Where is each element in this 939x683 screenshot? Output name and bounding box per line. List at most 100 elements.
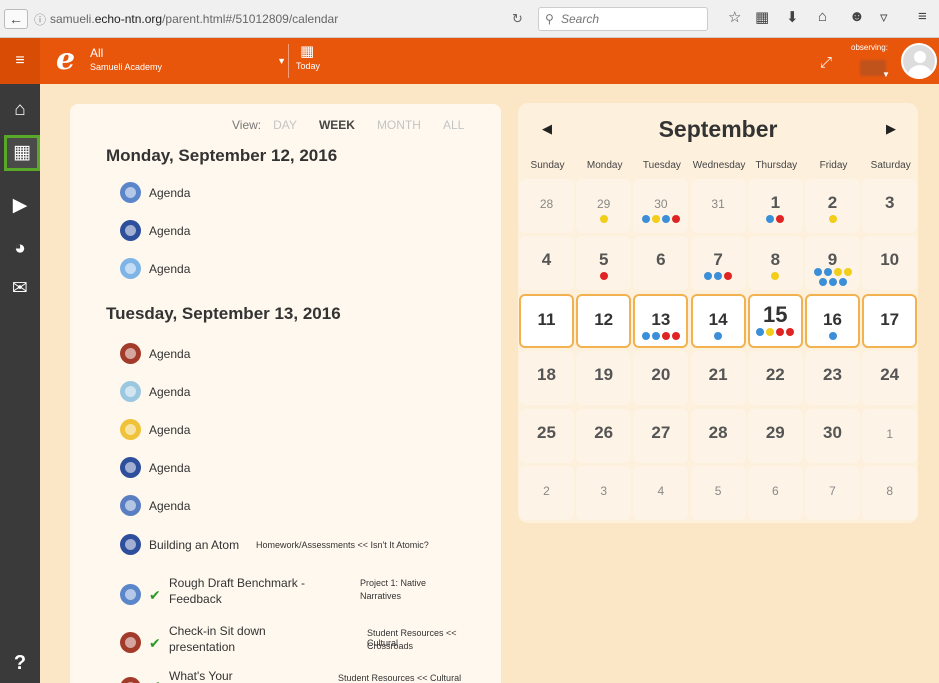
list-item[interactable]: ✔ Rough Draft Benchmark - Feedback Proje… [120, 576, 490, 620]
list-item[interactable]: ✔ Check-in Sit down presentation Student… [120, 624, 490, 668]
event-dots [635, 331, 686, 340]
list-item[interactable]: Building an Atom Homework/Assessments <<… [120, 534, 490, 556]
calendar-day[interactable]: 26 [576, 408, 632, 463]
calendar-day[interactable]: 8 [862, 466, 918, 520]
bookmark-star-icon[interactable]: ☆ [728, 8, 741, 26]
list-item[interactable]: Agenda [120, 343, 490, 365]
day-number: 12 [594, 309, 614, 329]
calendar-month-title: September [658, 116, 778, 142]
url-bar[interactable]: samueli.echo-ntn.org/parent.html#/510128… [50, 12, 338, 26]
list-item[interactable]: Agenda [120, 381, 490, 403]
next-month-icon[interactable]: ▶ [886, 121, 896, 137]
calendar-day[interactable]: 16 [805, 293, 860, 348]
hamburger-menu-icon[interactable]: ≡ [918, 8, 927, 25]
sidebar-item-calendar[interactable]: ▦ [4, 135, 40, 171]
echo-logo[interactable]: e [56, 45, 86, 76]
caret-down-icon[interactable]: ▼ [882, 70, 890, 79]
list-item[interactable]: Agenda [120, 419, 490, 441]
calendar-day[interactable]: 10 [862, 236, 918, 291]
calendar-day[interactable]: 1 [747, 179, 803, 233]
menu-button[interactable]: ≡ [0, 38, 40, 84]
calendar-day[interactable]: 21 [690, 351, 746, 406]
sidebar-item-dashboard[interactable]: ◕ [0, 231, 40, 267]
calendar-day[interactable]: 7 [690, 236, 746, 291]
view-option-all[interactable]: ALL [443, 118, 464, 132]
help-icon[interactable]: ? [0, 652, 40, 675]
calendar-day[interactable]: 27 [633, 408, 689, 463]
calendar-day[interactable]: 29 [576, 179, 632, 233]
today-button[interactable]: ▦ Today [296, 43, 336, 79]
calendar-day[interactable]: 31 [690, 179, 746, 233]
calendar-day[interactable]: 3 [862, 179, 918, 233]
calendar-day[interactable]: 2 [805, 179, 860, 233]
calendar-day[interactable]: 7 [805, 466, 860, 520]
calendar-day[interactable]: 20 [633, 351, 689, 406]
calendar-day[interactable]: 13 [633, 293, 689, 348]
day-number: 6 [656, 250, 666, 270]
calendar-day[interactable]: 2 [519, 466, 574, 520]
list-item[interactable]: Agenda [120, 495, 490, 517]
list-item[interactable]: Agenda [120, 182, 490, 204]
calendar-day[interactable]: 29 [747, 408, 803, 463]
list-item[interactable]: Agenda [120, 258, 490, 280]
list-item[interactable]: Agenda [120, 457, 490, 479]
view-option-day[interactable]: DAY [273, 118, 297, 132]
search-input[interactable] [561, 11, 701, 27]
course-selector[interactable]: All Samueli Academy ▼ [90, 46, 286, 78]
view-switcher: View: DAY WEEK MONTH ALL [232, 118, 465, 132]
event-dots [750, 327, 801, 336]
home-icon[interactable]: ⌂ [818, 8, 827, 25]
sidebar-item-messages[interactable]: ✉ [0, 271, 40, 307]
day-number: 8 [886, 484, 894, 498]
calendar-day[interactable]: 4 [519, 236, 574, 291]
calendar-day[interactable]: 28 [690, 408, 746, 463]
list-item[interactable]: ✔ What's Your Student Resources << Cultu… [120, 669, 490, 683]
calendar-day[interactable]: 12 [576, 293, 632, 348]
calendar-day[interactable]: 14 [690, 293, 746, 348]
calendar-day[interactable]: 23 [805, 351, 860, 406]
event-dot [599, 272, 608, 281]
view-option-week[interactable]: WEEK [319, 118, 355, 132]
browser-search[interactable]: ⚲ [538, 7, 708, 31]
calendar-day[interactable]: 19 [576, 351, 632, 406]
day-number: 7 [829, 484, 836, 498]
info-icon[interactable]: ⓘ [34, 11, 46, 28]
calendar-day[interactable]: 22 [747, 351, 803, 406]
event-dot [818, 278, 827, 287]
calendar-day[interactable]: 6 [633, 236, 689, 291]
agenda-panel: View: DAY WEEK MONTH ALL Monday, September 1… [70, 104, 501, 683]
avatar[interactable] [901, 43, 937, 79]
download-icon[interactable]: ⬇ [786, 8, 799, 26]
event-dots [693, 331, 744, 340]
calendar-day[interactable]: 1 [862, 408, 918, 463]
reading-list-icon[interactable]: ▦ [755, 8, 769, 26]
reload-icon[interactable]: ↻ [512, 11, 523, 27]
calendar-day-today[interactable]: 15 [747, 293, 803, 348]
pocket-icon[interactable]: ▿ [880, 8, 888, 26]
calendar-day[interactable]: 4 [633, 466, 689, 520]
day-number: 22 [765, 365, 785, 385]
calendar-day[interactable]: 5 [690, 466, 746, 520]
calendar-day[interactable]: 28 [519, 179, 574, 233]
calendar-day[interactable]: 30 [805, 408, 860, 463]
calendar-day[interactable]: 30 [633, 179, 689, 233]
view-option-month[interactable]: MONTH [377, 118, 421, 132]
calendar-day[interactable]: 24 [862, 351, 918, 406]
calendar-day[interactable]: 6 [747, 466, 803, 520]
calendar-day[interactable]: 17 [862, 293, 918, 348]
calendar-day[interactable]: 18 [519, 351, 574, 406]
list-item[interactable]: Agenda [120, 220, 490, 242]
calendar-day[interactable]: 11 [519, 293, 574, 348]
calendar-day[interactable]: 3 [576, 466, 632, 520]
calendar-day[interactable]: 8 [747, 236, 803, 291]
event-dots [633, 215, 688, 223]
sidebar-item-home[interactable]: ⌂ [0, 92, 40, 128]
calendar-day[interactable]: 5 [576, 236, 632, 291]
back-button[interactable]: ← [4, 9, 28, 29]
calendar-day[interactable]: 25 [519, 408, 574, 463]
emoji-icon[interactable]: ☻ [849, 8, 865, 25]
sidebar-item-play[interactable]: ▶ [0, 188, 40, 224]
expand-icon[interactable]: ⤢ [820, 54, 832, 71]
calendar-icon: ▦ [300, 43, 315, 60]
calendar-day[interactable]: 9 [805, 236, 860, 291]
